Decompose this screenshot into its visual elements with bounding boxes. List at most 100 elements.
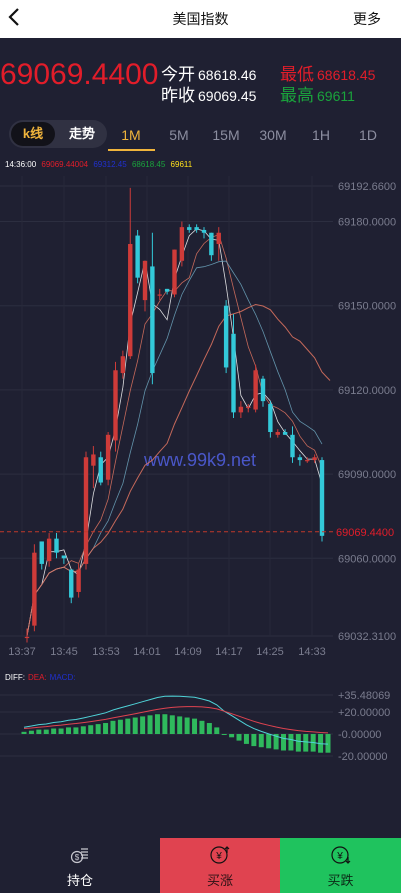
x-tick-label: 13:53 — [92, 646, 120, 658]
macd-histogram-bar — [266, 734, 272, 749]
macd-histogram-bar — [80, 726, 86, 735]
macd-histogram-bar — [169, 715, 175, 735]
macd-legend: DIFF: DEA: MACD: — [5, 673, 75, 682]
candle-body — [46, 538, 52, 562]
candle-body — [282, 432, 288, 435]
macd-histogram-bar — [88, 725, 94, 735]
macd-histogram-bar — [65, 727, 71, 735]
candle-body — [179, 227, 185, 261]
buy-up-button[interactable]: ¥ 买涨 — [160, 838, 280, 893]
svg-text:¥: ¥ — [336, 851, 343, 862]
candle-body — [260, 378, 266, 402]
macd-tick-label: +35.48069 — [338, 690, 390, 702]
candle-body — [209, 232, 214, 256]
macd-histogram-bar — [303, 734, 309, 752]
macd-histogram-bar — [295, 734, 301, 752]
macd-histogram-bar — [229, 734, 235, 738]
macd-histogram-bar — [221, 734, 227, 736]
positions-label: 持仓 — [66, 873, 93, 888]
macd-histogram-bar — [258, 734, 264, 748]
candle-body — [164, 288, 170, 292]
candle-body — [150, 266, 155, 374]
candle-body — [194, 227, 199, 230]
kline-chart[interactable]: 69192.6600 69180.0000 69150.0000 69120.0000… — [0, 0, 401, 838]
candle-body — [39, 541, 44, 564]
y-tick-label: 69150.0000 — [338, 301, 396, 313]
candle-body — [83, 457, 89, 564]
candle-body — [61, 555, 67, 559]
macd-histogram-bar — [110, 720, 116, 735]
macd-histogram-bar — [236, 734, 242, 741]
macd-tick-label: -0.00000 — [338, 729, 381, 741]
candle-body — [297, 457, 303, 461]
candle-body — [223, 305, 229, 368]
macd-histogram-bar — [288, 734, 294, 751]
macd-histogram-bar — [117, 719, 123, 735]
macd-histogram-bar — [177, 716, 183, 735]
macd-histogram-bar — [199, 720, 205, 735]
y-tick-label: 69060.0000 — [338, 553, 396, 565]
svg-text:¥: ¥ — [215, 851, 222, 862]
macd-tick-label: +20.00000 — [338, 707, 390, 719]
svg-text:$: $ — [75, 853, 80, 862]
macd-histogram-bar — [103, 723, 109, 735]
candle-body — [275, 432, 280, 435]
macd-tick-label: -20.00000 — [338, 751, 388, 763]
candle-body — [305, 460, 310, 462]
macd-histogram-bar — [95, 724, 101, 735]
current-price-label: 69069.4400 — [336, 527, 394, 539]
macd-histogram-bar — [43, 729, 49, 735]
candle-body — [238, 406, 244, 413]
macd-histogram-bar — [214, 727, 220, 735]
macd-histogram-bar — [73, 727, 79, 735]
y-tick-label: 69032.3100 — [338, 631, 396, 643]
macd-histogram-bar — [140, 716, 146, 735]
macd-histogram-bar — [147, 715, 153, 735]
macd-legend-item: MACD: — [50, 673, 76, 682]
x-tick-label: 14:33 — [298, 646, 326, 658]
candle-body — [246, 406, 251, 408]
candle-body — [113, 370, 118, 441]
candle-body — [290, 434, 295, 458]
candle-body — [312, 457, 317, 461]
candle-body — [231, 333, 236, 413]
macd-histogram-bar — [36, 729, 42, 735]
y-tick-label: 69090.0000 — [338, 469, 396, 481]
candle-body — [157, 294, 162, 296]
macd-legend-item: DIFF: — [5, 673, 25, 682]
candle-body — [24, 636, 30, 639]
macd-histogram-bar — [251, 734, 257, 747]
y-tick-label: 69120.0000 — [338, 385, 396, 397]
macd-histogram-bar — [281, 734, 287, 751]
candle-body — [105, 434, 111, 480]
macd-histogram-bar — [325, 734, 331, 753]
x-tick-label: 14:17 — [215, 646, 243, 658]
candle-body — [142, 260, 148, 301]
x-tick-label: 14:09 — [174, 646, 202, 658]
macd-histogram-bar — [21, 731, 27, 735]
bottom-action-bar: $ 持仓 ¥ 买涨 ¥ 买跌 — [0, 838, 401, 893]
candle-body — [172, 249, 177, 295]
candle-body — [69, 569, 74, 598]
macd-histogram-bar — [132, 717, 138, 735]
candle-body — [216, 232, 221, 244]
buy-down-button[interactable]: ¥ 买跌 — [280, 838, 401, 893]
macd-histogram-bar — [206, 723, 212, 735]
coins-icon: $ — [70, 848, 88, 864]
x-tick-label: 14:25 — [256, 646, 284, 658]
positions-tab[interactable]: $ 持仓 — [0, 838, 160, 893]
macd-histogram-bar — [243, 734, 249, 744]
macd-histogram-bar — [162, 714, 168, 735]
candle-body — [32, 552, 37, 626]
yen-up-icon: ¥ — [210, 846, 230, 864]
candle-body — [201, 229, 207, 233]
buy-down-label: 买跌 — [327, 873, 354, 888]
macd-histogram-bar — [28, 730, 34, 735]
macd-legend-item: DEA: — [28, 673, 47, 682]
candle-body — [98, 457, 103, 483]
buy-up-label: 买涨 — [206, 873, 233, 888]
candle-body — [135, 235, 140, 278]
x-tick-label: 13:37 — [8, 646, 36, 658]
candle-body — [319, 460, 325, 536]
macd-histogram-bar — [184, 717, 190, 735]
